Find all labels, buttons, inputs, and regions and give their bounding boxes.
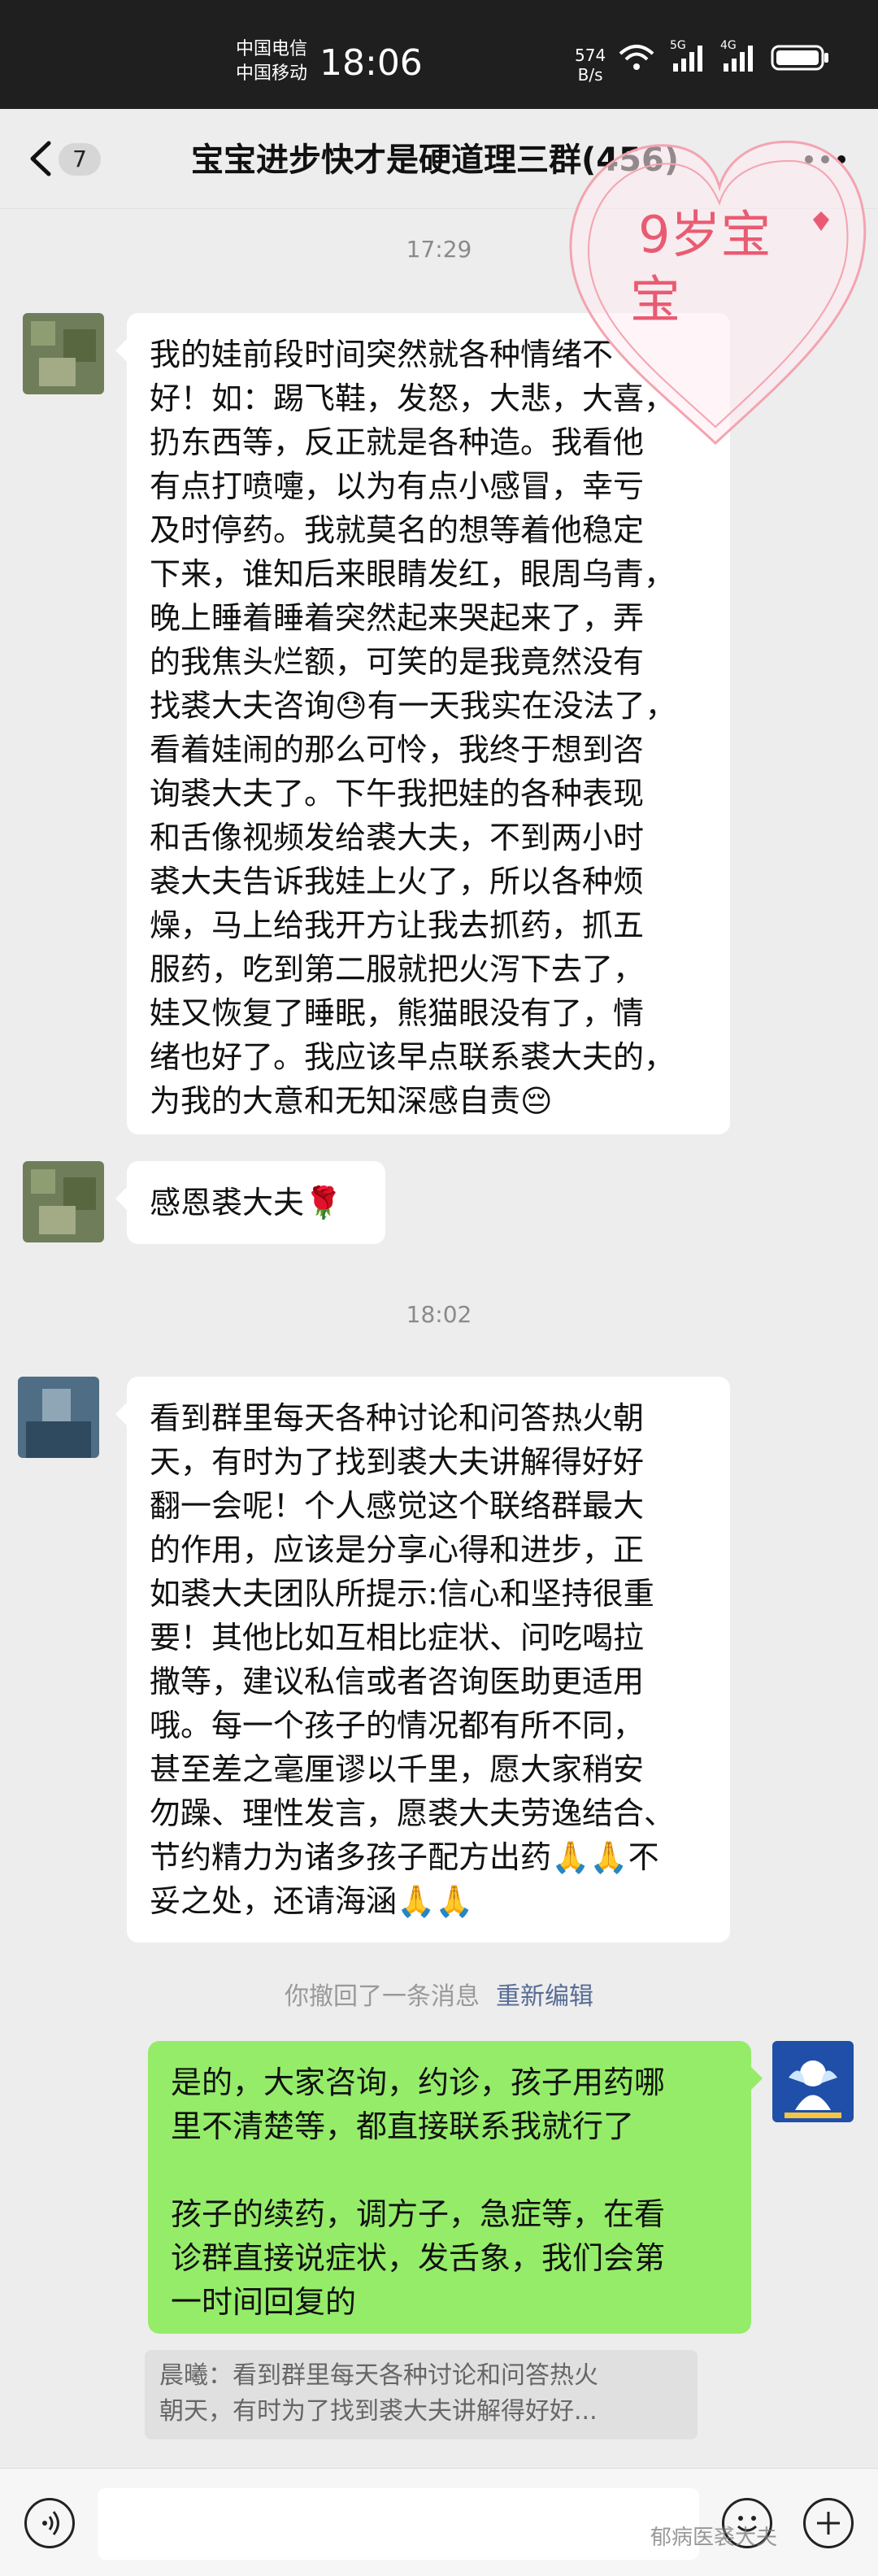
message-line: 的作用，应该是分享心得和进步，正 [150,1532,645,1568]
message-line: 哦。每一个孩子的情况都有所不同， [150,1708,645,1743]
self-avatar[interactable] [772,2041,854,2122]
message-line: 节约精力为诸多孩子配方出药🙏🙏不 [150,1839,659,1875]
message-line: 娃又恢复了睡眠，熊猫眼没有了，情 [150,995,645,1031]
message-line: 是的，大家咨询，约诊，孩子用药哪 [171,2065,666,2100]
message-line: 看到群里每天各种讨论和问答热火朝 [150,1400,645,1436]
message-line: 感恩裘大夫🌹 [150,1185,343,1221]
recall-notice: 你撤回了一条消息 重新编辑 [0,1976,878,2012]
battery-icon [771,45,828,71]
message-line: 的我焦头烂额，可笑的是我竟然没有 [150,644,645,680]
message-line: 孩子的续药，调方子，急症等，在看 [171,2196,666,2232]
message-line: 及时停药。我就莫名的想等着他稳定 [150,512,645,548]
message-bubble-self[interactable]: 是的，大家咨询，约诊，孩子用药哪 里不清楚等，都直接联系我就行了 孩子的续药，调… [148,2041,763,2334]
voice-wave-icon [42,2511,59,2535]
message-line: 诊群直接说症状，发舌象，我们会第 [171,2240,666,2276]
message-line: 里不清楚等，都直接联系我就行了 [171,2108,635,2144]
wifi-icon [619,45,654,70]
sticker-text: 宝 [630,270,680,329]
time-divider: 18:02 [406,1301,472,1328]
message-line: 翻一会呢！个人感觉这个联络群最大 [150,1488,645,1524]
message-line: 甚至差之毫厘谬以千里，愿大家稍安 [150,1751,645,1787]
net-1-label: 5G [670,39,686,52]
message-line: 撒等，建议私信或者咨询医助更适用 [150,1664,645,1699]
message-line: 服药，吃到第二服就把火泻下去了， [150,951,645,987]
recall-text: 你撤回了一条消息 [285,1982,480,2011]
message-line: 下来，谁知后来眼睛发红，眼周乌青， [150,556,676,592]
status-bar: 中国电信 中国移动 18:06 574 B/s 5G 4G [0,0,878,109]
message-line: 勿躁、理性发言，愿裘大夫劳逸结合、 [150,1795,676,1831]
status-icons: 5G 4G [618,39,831,72]
more-functions-button[interactable] [803,2498,854,2548]
message-line: 找裘大夫咨询😓有一天我实在没法了， [150,688,676,724]
message-input[interactable] [98,2488,699,2560]
message-line: 天，有时为了找到裘大夫讲解得好好 [150,1444,645,1480]
avatar[interactable] [23,1161,104,1242]
signal-4g-icon: 4G [720,39,756,72]
unread-count-badge[interactable]: 7 [59,143,101,176]
message-line: 和舌像视频发给裘大夫，不到两小时 [150,820,645,855]
message-line: 为我的大意和无知深感自责😔 [150,1083,553,1119]
quote-line: 晨曦：看到群里每天各种讨论和问答热火 [159,2361,598,2390]
message-line: 如裘大夫团队所提示:信心和坚持很重 [150,1576,654,1612]
message-line: 妥之处，还请海涵🙏🙏 [150,1883,474,1919]
avatar[interactable] [23,313,104,394]
message-line: 询裘大夫了。下午我把娃的各种表现 [150,776,645,812]
avatar[interactable] [18,1377,99,1458]
message-line: 有点打喷嚏，以为有点小感冒，幸亏 [150,468,645,504]
heart-sticker: 9岁宝 宝 [569,140,867,446]
quote-line: 朝天，有时为了找到裘大夫讲解得好好... [159,2397,598,2426]
back-arrow-icon[interactable] [24,138,57,179]
sticker-text: 9岁宝 [638,205,771,264]
reedit-link[interactable]: 重新编辑 [496,1982,593,2011]
plus-icon [817,2512,840,2535]
voice-input-button[interactable] [24,2498,75,2548]
message-line [171,2148,728,2192]
message-line: 看着娃闹的那么可怜，我终于想到咨 [150,732,645,768]
message-line: 绪也好了。我应该早点联系裘大夫的， [150,1039,676,1075]
message-line: 一时间回复的 [171,2284,357,2320]
quoted-message[interactable]: 晨曦：看到群里每天各种讨论和问答热火 朝天，有时为了找到裘大夫讲解得好好... [145,2350,698,2439]
watermark: 郁病医裘大夫 [650,2526,778,2550]
carrier-labels: 中国电信 中国移动 [236,37,307,86]
carrier-2: 中国移动 [236,63,308,84]
carrier-1: 中国电信 [236,39,308,59]
message-line: 裘大夫告诉我娃上火了，所以各种烦 [150,864,645,899]
net-2-label: 4G [720,39,737,52]
message-line: 燥，马上给我开方让我去抓药，抓五 [150,907,645,943]
message-line: 晚上睡着睡着突然起来哭起来了，弄 [150,600,645,636]
net-speed-value: 574 [575,46,606,65]
status-clock: 18:06 [319,42,423,84]
message-line: 要！其他比如互相比症状、问吃喝拉 [150,1620,645,1656]
signal-5g-icon: 5G [670,39,706,72]
net-speed: 574 B/s [575,46,606,85]
message-bubble[interactable]: 感恩裘大夫🌹 [115,1161,385,1244]
net-speed-unit: B/s [577,65,603,85]
message-bubble[interactable]: 看到群里每天各种讨论和问答热火朝 天，有时为了找到裘大夫讲解得好好 翻一会呢！个… [115,1377,730,1943]
